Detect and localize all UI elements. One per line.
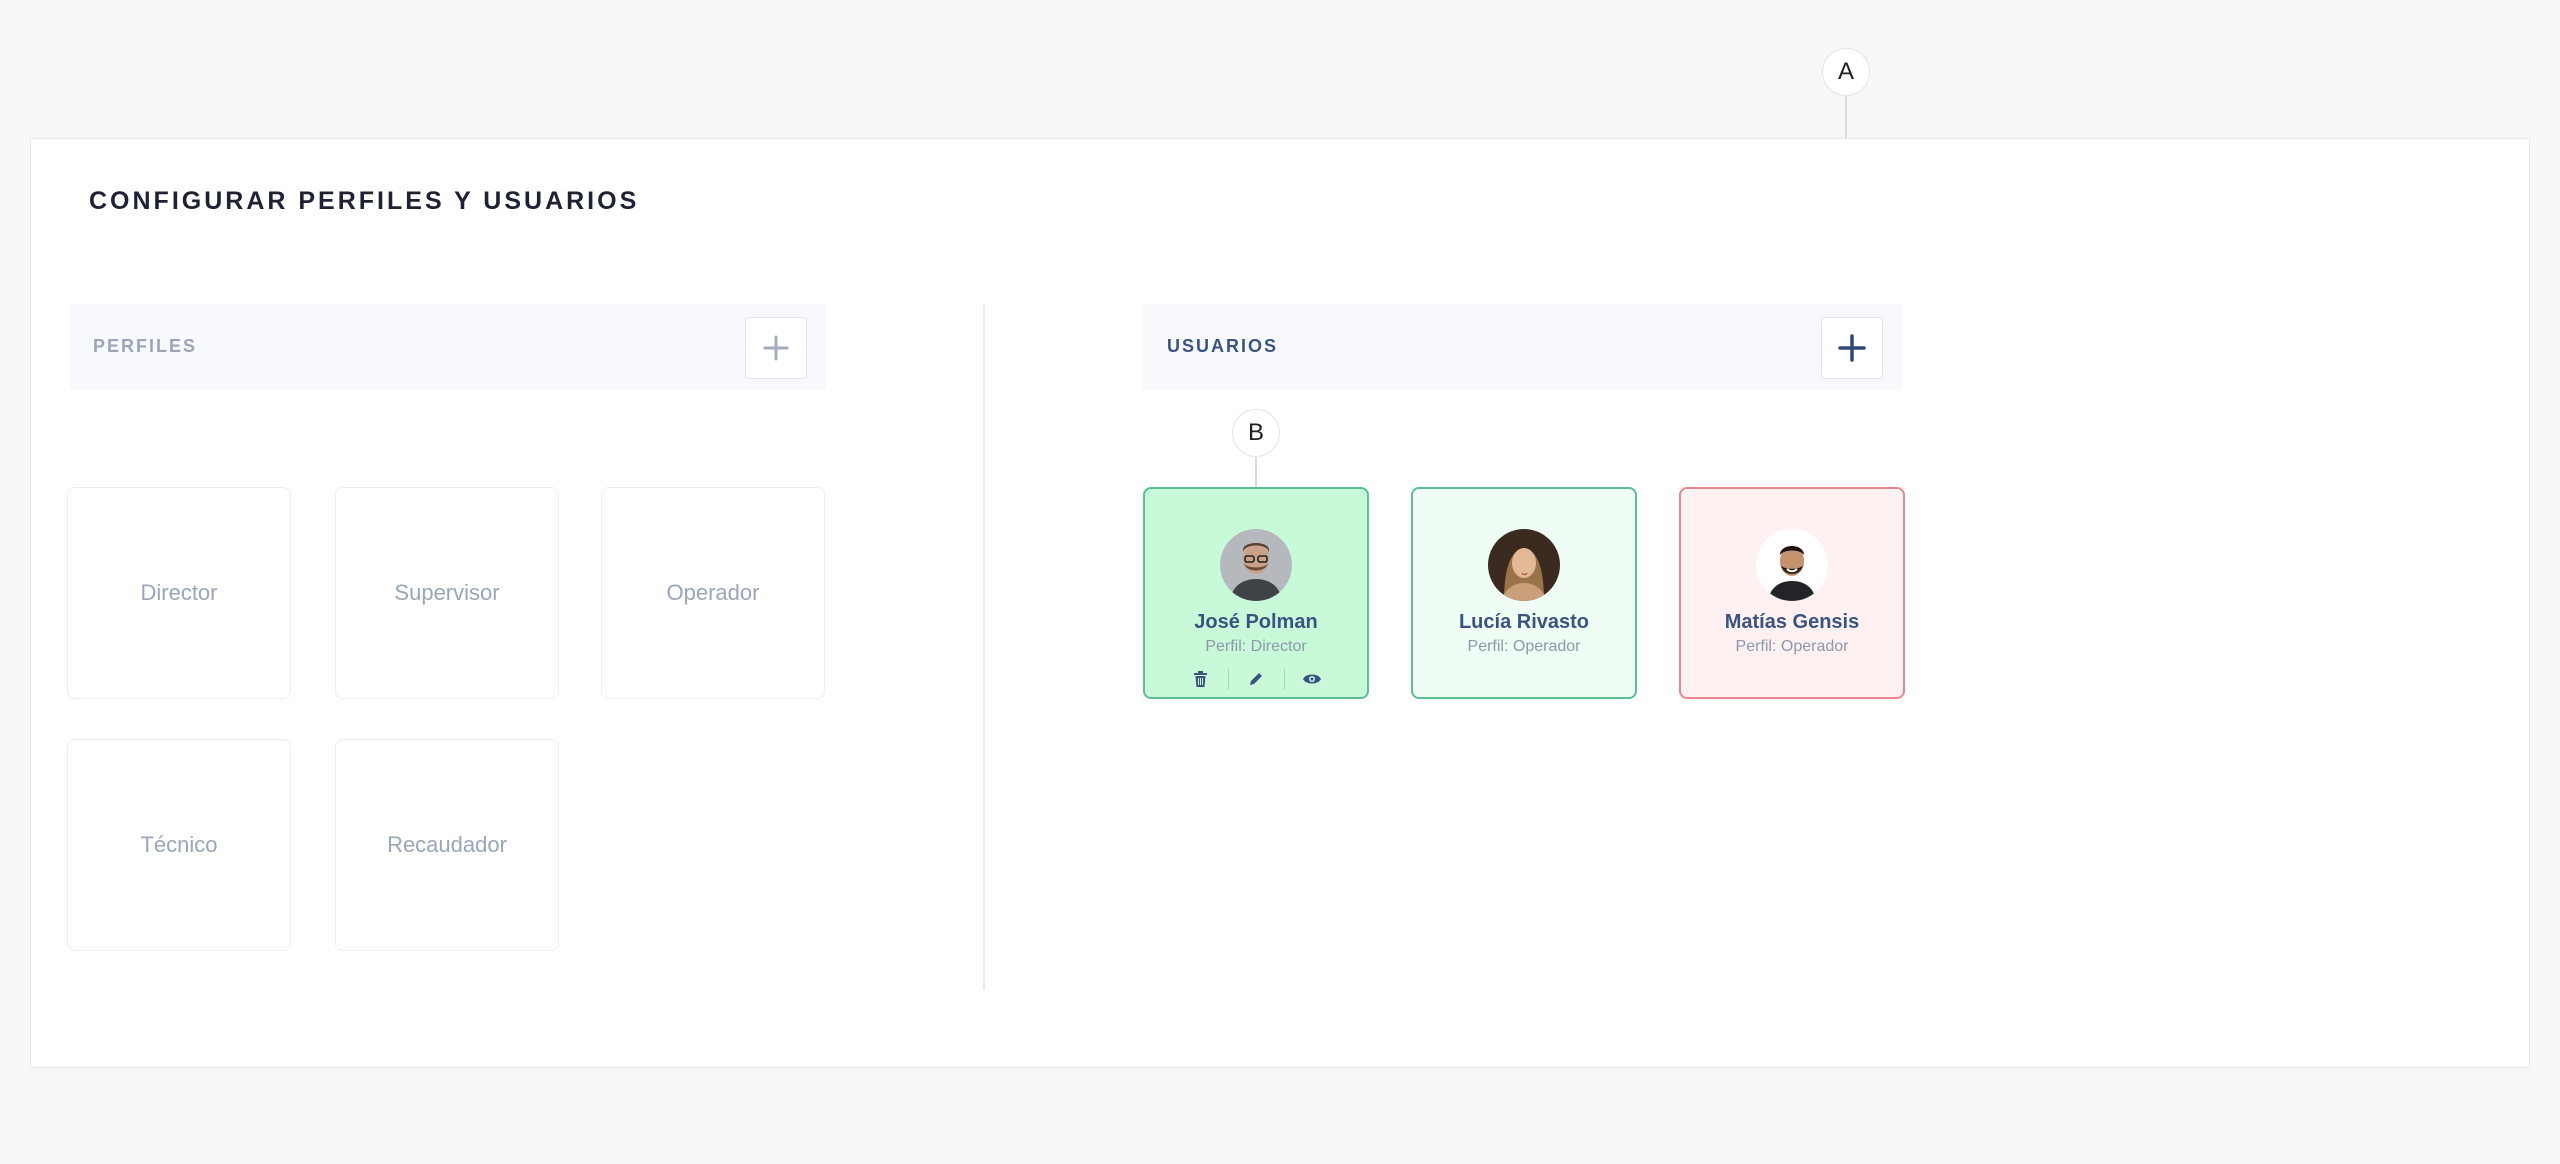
profiles-header: PERFILES [69, 304, 827, 390]
user-card-jose-polman[interactable]: José Polman Perfil: Director [1143, 487, 1369, 699]
profile-card-operador[interactable]: Operador [601, 487, 825, 699]
pencil-icon [1250, 673, 1262, 685]
plus-icon [763, 335, 789, 361]
user-photo-icon [1488, 529, 1560, 601]
callout-b: B [1232, 409, 1280, 457]
users-header: USUARIOS [1143, 304, 1903, 390]
profile-card-supervisor[interactable]: Supervisor [335, 487, 559, 699]
user-card-lucia-rivasto[interactable]: Lucía Rivasto Perfil: Operador [1411, 487, 1637, 699]
user-name: Matías Gensis [1724, 611, 1860, 633]
edit-user-button[interactable] [1229, 666, 1284, 692]
eye-icon [1303, 674, 1321, 684]
section-divider [983, 304, 985, 990]
user-actions [1173, 666, 1340, 692]
view-user-button[interactable] [1285, 666, 1340, 692]
profile-card-tecnico[interactable]: Técnico [67, 739, 291, 951]
plus-icon [1838, 334, 1866, 362]
avatar [1756, 529, 1828, 601]
avatar [1220, 529, 1292, 601]
avatar [1488, 529, 1560, 601]
delete-user-button[interactable] [1173, 666, 1228, 692]
user-name: Lucía Rivasto [1458, 611, 1590, 633]
page-title: CONFIGURAR PERFILES Y USUARIOS [89, 187, 640, 215]
add-user-button[interactable] [1821, 317, 1883, 379]
user-photo-icon [1756, 529, 1828, 601]
user-photo-icon [1220, 529, 1292, 601]
user-profile: Perfil: Operador [1735, 638, 1849, 655]
user-profile: Perfil: Director [1205, 638, 1307, 655]
profile-card-recaudador[interactable]: Recaudador [335, 739, 559, 951]
users-header-label: USUARIOS [1167, 336, 1279, 356]
profile-card-director[interactable]: Director [67, 487, 291, 699]
user-card-matias-gensis[interactable]: Matías Gensis Perfil: Operador [1679, 487, 1905, 699]
trash-icon [1193, 670, 1207, 687]
user-name: José Polman [1194, 611, 1318, 633]
user-profile: Perfil: Operador [1467, 638, 1581, 655]
main-panel: CONFIGURAR PERFILES Y USUARIOS PERFILES … [30, 138, 2530, 1068]
add-profile-button[interactable] [745, 317, 807, 379]
profiles-header-label: PERFILES [93, 336, 198, 356]
callout-a: A [1822, 48, 1870, 96]
